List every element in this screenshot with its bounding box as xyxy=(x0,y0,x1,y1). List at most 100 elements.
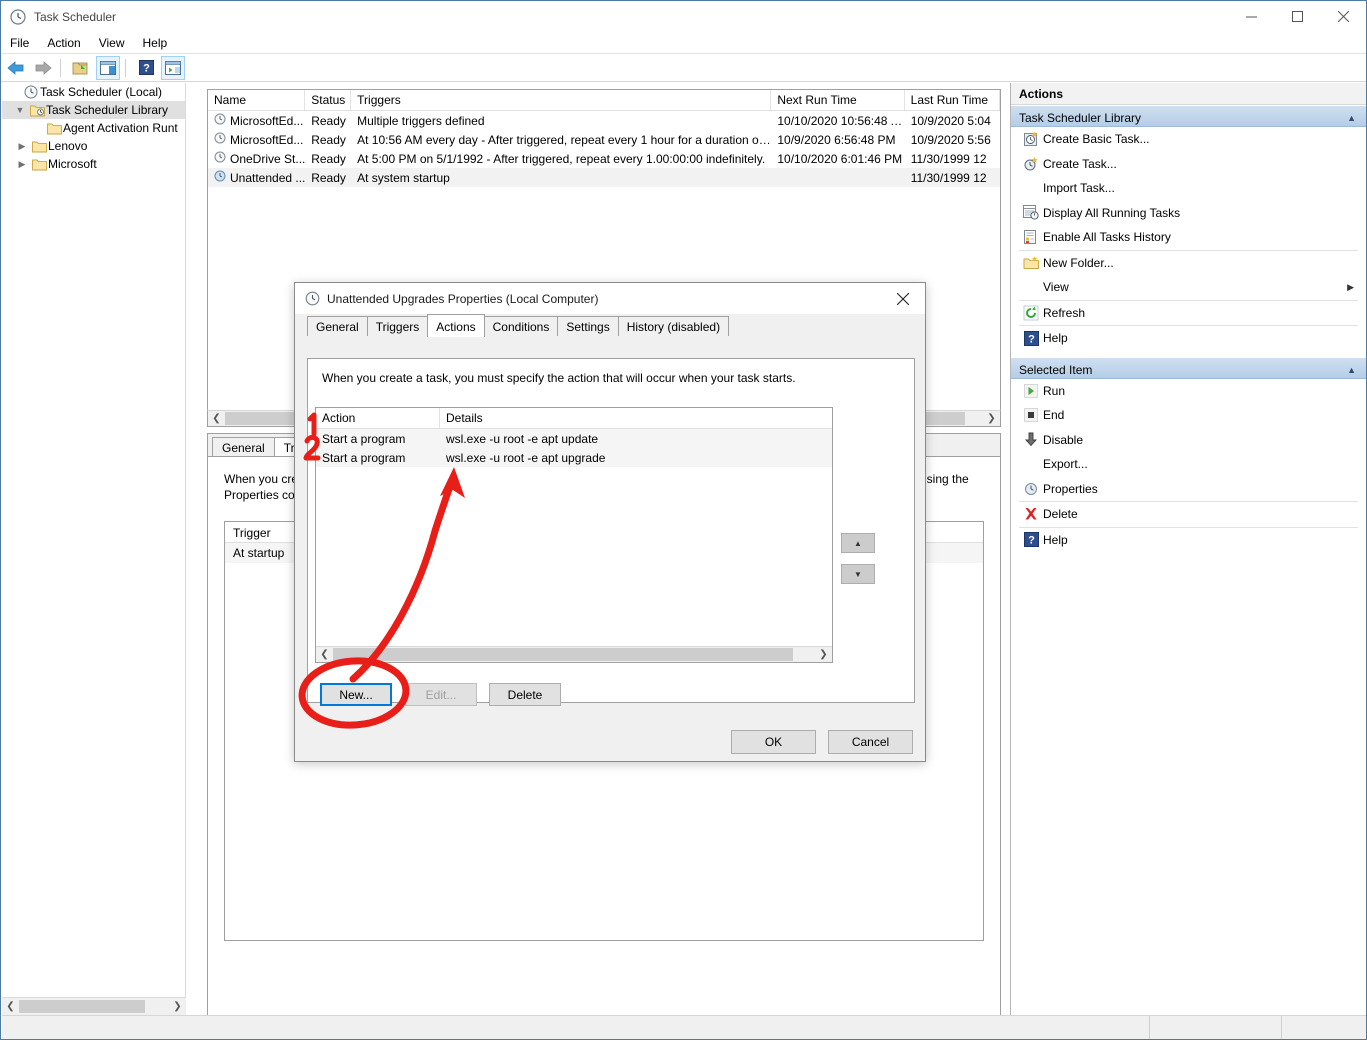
tree-horizontal-scrollbar[interactable]: ❮ ❯ xyxy=(2,997,186,1015)
new-action-button[interactable]: New... xyxy=(320,683,392,706)
scroll-right-icon[interactable]: ❯ xyxy=(983,410,1000,427)
action-label: Display All Running Tasks xyxy=(1043,205,1181,220)
tree-item-task-scheduler-library[interactable]: ▼ Task Scheduler Library xyxy=(2,101,185,119)
tree-item-label: Lenovo xyxy=(48,139,88,153)
action-help-selected[interactable]: ? Help xyxy=(1011,528,1366,553)
dialog-close-button[interactable] xyxy=(880,283,925,314)
column-header-name[interactable]: Name xyxy=(208,90,306,110)
action-create-basic-task[interactable]: Create Basic Task... xyxy=(1011,127,1366,152)
back-icon[interactable] xyxy=(4,56,28,80)
action-help[interactable]: ? Help xyxy=(1011,326,1366,351)
action-label: Import Task... xyxy=(1043,181,1115,196)
minimize-button[interactable] xyxy=(1228,1,1274,32)
delete-action-button[interactable]: Delete xyxy=(489,683,561,706)
action-display-all-running-tasks[interactable]: Display All Running Tasks xyxy=(1011,201,1366,226)
tab-settings[interactable]: Settings xyxy=(557,316,619,336)
action-new-folder[interactable]: New Folder... xyxy=(1011,251,1366,276)
column-header-next-run-time[interactable]: Next Run Time xyxy=(771,90,905,110)
console-tree-pane: Task Scheduler (Local) ▼ Task Scheduler … xyxy=(2,83,186,1015)
tree-item-agent-activation-runtime[interactable]: Agent Activation Runt xyxy=(2,119,185,137)
scroll-left-icon[interactable]: ❮ xyxy=(208,410,225,427)
tab-general[interactable]: General xyxy=(212,437,275,456)
show-hide-action-pane-icon[interactable] xyxy=(96,55,120,80)
tab-triggers[interactable]: Triggers xyxy=(366,316,429,336)
scrollbar-thumb[interactable] xyxy=(19,1000,145,1013)
chevron-right-icon[interactable]: ▶ xyxy=(14,141,30,152)
ok-button[interactable]: OK xyxy=(731,730,816,754)
tab-general[interactable]: General xyxy=(307,316,368,336)
scroll-right-icon[interactable]: ❯ xyxy=(169,998,186,1015)
column-header-last-run-time[interactable]: Last Run Time xyxy=(905,90,1000,110)
dialog-tab-strip: General Triggers Actions Conditions Sett… xyxy=(295,314,925,337)
column-header-status[interactable]: Status xyxy=(305,90,352,110)
menu-view[interactable]: View xyxy=(90,34,134,52)
action-enable-all-tasks-history[interactable]: Enable All Tasks History xyxy=(1011,225,1366,250)
table-row[interactable]: Start a program wsl.exe -u root -e apt u… xyxy=(316,448,832,467)
action-refresh[interactable]: Refresh xyxy=(1011,301,1366,326)
chevron-right-icon[interactable]: ▶ xyxy=(1347,282,1354,293)
tab-history[interactable]: History (disabled) xyxy=(617,316,730,336)
action-end[interactable]: End xyxy=(1011,403,1366,428)
action-label: Create Basic Task... xyxy=(1043,132,1150,147)
column-header-triggers[interactable]: Triggers xyxy=(351,90,772,110)
action-label: Delete xyxy=(1043,507,1078,522)
table-row[interactable]: OneDrive St... Ready At 5:00 PM on 5/1/1… xyxy=(208,149,1000,168)
action-run[interactable]: Run xyxy=(1011,379,1366,404)
task-last-run-cell: 11/30/1999 12 xyxy=(910,170,987,185)
chevron-right-icon[interactable]: ▶ xyxy=(14,159,30,170)
maximize-button[interactable] xyxy=(1274,1,1320,32)
task-status-cell: Ready xyxy=(311,132,346,147)
table-row[interactable]: MicrosoftEd... Ready At 10:56 AM every d… xyxy=(208,130,1000,149)
action-disable[interactable]: Disable xyxy=(1011,428,1366,453)
tree-item-label: Microsoft xyxy=(48,157,97,171)
task-status-cell: Ready xyxy=(311,113,346,128)
properties-icon[interactable] xyxy=(161,55,185,80)
action-import-task[interactable]: Import Task... xyxy=(1011,176,1366,201)
actions-group-task-scheduler-library[interactable]: Task Scheduler Library ▲ xyxy=(1011,105,1366,127)
chevron-up-icon[interactable]: ▲ xyxy=(1347,113,1356,123)
action-view[interactable]: View ▶ xyxy=(1011,275,1366,300)
show-hide-console-tree-icon[interactable] xyxy=(69,56,93,80)
move-action-up-button[interactable]: ▲ xyxy=(841,533,875,553)
cancel-button[interactable]: Cancel xyxy=(828,730,913,754)
tree-item-task-scheduler-local[interactable]: Task Scheduler (Local) xyxy=(2,83,185,101)
chevron-down-icon[interactable]: ▼ xyxy=(12,105,28,115)
menu-file[interactable]: File xyxy=(1,34,38,52)
scroll-left-icon[interactable]: ❮ xyxy=(316,646,333,662)
action-export[interactable]: Export... xyxy=(1011,452,1366,477)
action-create-task[interactable]: Create Task... xyxy=(1011,152,1366,177)
tab-conditions[interactable]: Conditions xyxy=(483,316,559,336)
move-action-down-button[interactable]: ▼ xyxy=(841,564,875,584)
details-cell: wsl.exe -u root -e apt update xyxy=(446,431,599,446)
dialog-description: When you create a task, you must specify… xyxy=(322,371,796,385)
edit-action-button[interactable]: Edit... xyxy=(405,683,477,706)
scroll-left-icon[interactable]: ❮ xyxy=(2,998,19,1015)
task-triggers-cell: Multiple triggers defined xyxy=(357,113,485,128)
close-button[interactable] xyxy=(1320,1,1366,32)
actions-group-selected-item[interactable]: Selected Item ▲ xyxy=(1011,356,1366,379)
svg-text:?: ? xyxy=(1028,535,1035,547)
tree-item-microsoft[interactable]: ▶ Microsoft xyxy=(2,155,185,173)
action-list-view[interactable]: Action Details Start a program wsl.exe -… xyxy=(315,407,833,663)
menu-help[interactable]: Help xyxy=(134,34,177,52)
scrollbar-thumb[interactable] xyxy=(333,648,793,661)
table-row[interactable]: Start a program wsl.exe -u root -e apt u… xyxy=(316,429,832,448)
action-delete[interactable]: Delete xyxy=(1011,502,1366,527)
delete-icon xyxy=(1019,506,1043,522)
tree-item-lenovo[interactable]: ▶ Lenovo xyxy=(2,137,185,155)
table-row[interactable]: MicrosoftEd... Ready Multiple triggers d… xyxy=(208,111,1000,130)
action-list-horizontal-scrollbar[interactable]: ❮ ❯ xyxy=(316,646,832,662)
task-list-header: Name Status Triggers Next Run Time Last … xyxy=(208,90,1000,111)
menu-action[interactable]: Action xyxy=(38,34,89,52)
scroll-right-icon[interactable]: ❯ xyxy=(815,646,832,662)
forward-icon[interactable] xyxy=(31,56,55,80)
help-icon[interactable]: ? xyxy=(134,56,158,80)
chevron-up-icon[interactable]: ▲ xyxy=(1347,365,1356,375)
dialog-tab-page-actions: When you create a task, you must specify… xyxy=(307,358,915,703)
column-header-action[interactable]: Action xyxy=(316,408,440,428)
column-header-details[interactable]: Details xyxy=(440,408,832,428)
table-row[interactable]: Unattended ... Ready At system startup 1… xyxy=(208,168,1000,187)
action-properties[interactable]: Properties xyxy=(1011,477,1366,502)
tab-actions[interactable]: Actions xyxy=(427,314,485,337)
task-properties-dialog: Unattended Upgrades Properties (Local Co… xyxy=(294,282,926,762)
